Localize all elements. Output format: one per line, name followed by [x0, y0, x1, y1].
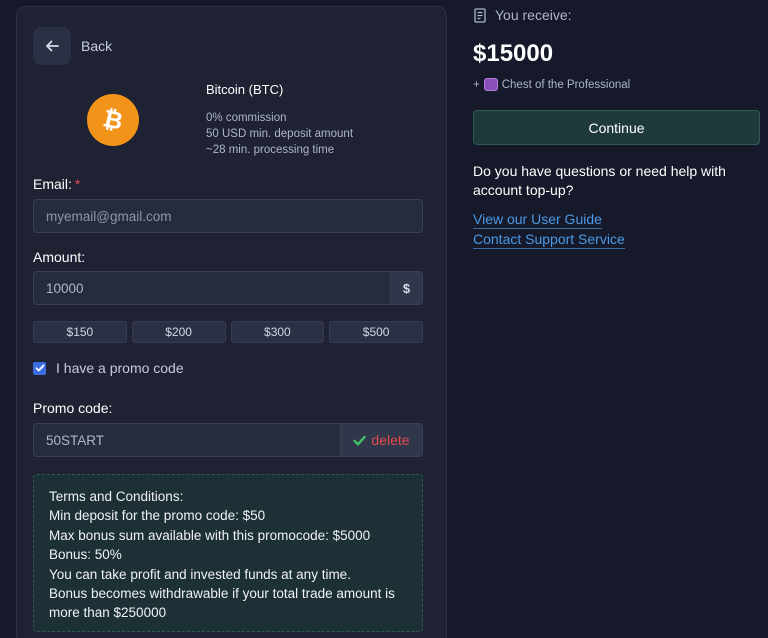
- min-deposit-text: 50 USD min. deposit amount: [206, 128, 354, 140]
- required-mark: *: [74, 176, 81, 192]
- receipt-icon: [474, 7, 486, 23]
- terms-title: Terms and Conditions:: [49, 489, 184, 504]
- promo-code-checkbox-label: I have a promo code: [56, 360, 184, 376]
- terms-and-conditions: Terms and Conditions: Min deposit for th…: [33, 474, 423, 632]
- checkmark-icon: [35, 364, 44, 372]
- deposit-form-panel: Back ₿ Bitcoin (BTC) 0% commission 50 US…: [16, 6, 447, 638]
- promo-code-label: Promo code:: [33, 400, 113, 416]
- contact-support-link[interactable]: Contact Support Service: [473, 231, 625, 249]
- amount-presets: $150 $200 $300 $500: [33, 321, 423, 343]
- chest-icon: [483, 78, 498, 91]
- svg-text:₿: ₿: [101, 105, 126, 135]
- arrow-left-icon: [46, 40, 59, 52]
- payment-method-info: 0% commission 50 USD min. deposit amount…: [206, 110, 353, 158]
- back-button[interactable]: [33, 27, 71, 65]
- promo-code-input[interactable]: [46, 432, 328, 448]
- terms-line: Bonus: 50%: [49, 547, 122, 563]
- back-label[interactable]: Back: [81, 38, 112, 54]
- bonus-item-name: Chest of the Professional: [501, 78, 631, 91]
- currency-symbol: $: [390, 272, 422, 304]
- email-field-wrapper: [33, 199, 423, 233]
- delete-label: delete: [371, 432, 410, 448]
- delete-promo-button[interactable]: delete: [340, 424, 422, 456]
- amount-input[interactable]: [46, 280, 378, 296]
- receive-label: You receive:: [495, 7, 572, 23]
- amount-label: Amount:: [33, 249, 86, 265]
- terms-line: Bonus becomes withdrawable if your total…: [49, 586, 395, 621]
- bitcoin-icon: ₿: [87, 94, 139, 146]
- preset-amount-button[interactable]: $300: [230, 321, 325, 343]
- terms-line: You can take profit and invested funds a…: [49, 566, 351, 582]
- promo-code-checkbox[interactable]: [33, 361, 46, 375]
- preset-amount-button[interactable]: $150: [33, 321, 127, 343]
- payment-method-name: Bitcoin (BTC): [206, 82, 284, 97]
- promo-code-field-wrapper: delete: [33, 423, 423, 457]
- commission-text: 0% commission: [206, 112, 287, 124]
- bonus-prefix: +: [473, 78, 480, 91]
- deposit-page: Back ₿ Bitcoin (BTC) 0% commission 50 US…: [0, 0, 768, 638]
- bonus-row: + Chest of the Professional: [473, 78, 630, 91]
- receive-header: You receive:: [473, 7, 572, 23]
- preset-amount-button[interactable]: $500: [329, 321, 423, 343]
- receive-amount: $15000: [473, 40, 554, 67]
- email-field[interactable]: [46, 208, 410, 224]
- processing-time-text: ~28 min. processing time: [206, 144, 335, 156]
- user-guide-link[interactable]: View our User Guide: [473, 211, 602, 229]
- terms-line: Max bonus sum available with this promoc…: [49, 527, 371, 543]
- preset-amount-button[interactable]: $200: [131, 321, 226, 343]
- check-icon: [353, 435, 367, 445]
- terms-line: Min deposit for the promo code: $50: [49, 508, 266, 524]
- amount-field-wrapper: $: [33, 271, 423, 305]
- help-question: Do you have questions or need help with …: [473, 163, 726, 198]
- continue-button[interactable]: Continue: [473, 110, 760, 145]
- promo-code-checkbox-row[interactable]: I have a promo code: [33, 360, 184, 376]
- email-label: Email: *: [33, 176, 81, 192]
